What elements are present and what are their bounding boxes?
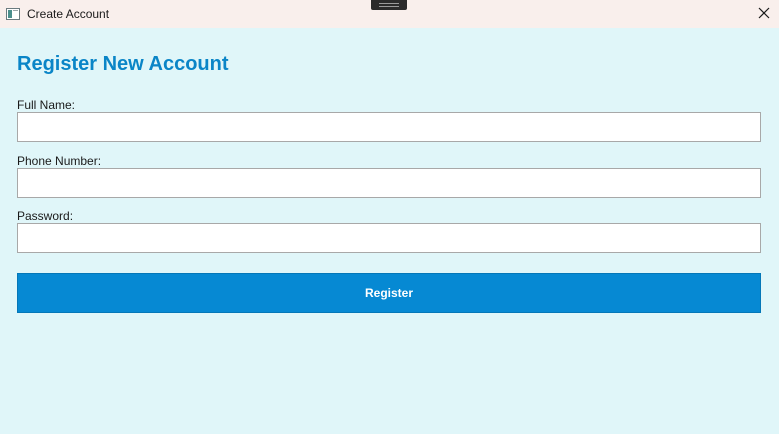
close-button[interactable] <box>749 0 779 28</box>
register-button[interactable]: Register <box>17 273 761 313</box>
phone-number-label: Phone Number: <box>17 154 102 168</box>
full-name-input[interactable] <box>17 112 761 142</box>
phone-number-input[interactable] <box>17 168 761 198</box>
password-label: Password: <box>17 209 74 223</box>
window-drag-handle[interactable] <box>371 0 407 10</box>
password-input[interactable] <box>17 223 761 253</box>
window-title: Create Account <box>27 7 110 21</box>
close-icon <box>758 7 770 19</box>
window-titlebar: Create Account <box>0 0 779 28</box>
window-app-icon <box>6 7 20 20</box>
page-title: Register New Account <box>17 53 229 75</box>
full-name-label: Full Name: <box>17 98 76 112</box>
